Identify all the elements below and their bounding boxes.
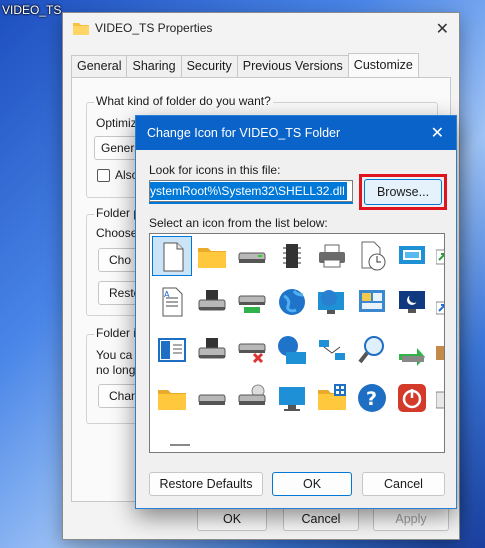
desktop-folder-label[interactable]: VIDEO_TS [2, 3, 61, 17]
power-icon[interactable] [392, 378, 432, 418]
globe-icon[interactable] [272, 282, 312, 322]
folder-icon [73, 21, 89, 38]
blank-document-icon[interactable] [152, 236, 192, 276]
document-clock-icon[interactable] [352, 236, 392, 276]
hard-drive-2-icon[interactable] [192, 378, 232, 418]
input-focus-underline [149, 202, 353, 204]
floppy-drive-icon[interactable] [192, 282, 232, 322]
choose-file-text: Choose [96, 226, 138, 240]
memory-chip-icon[interactable] [272, 236, 312, 276]
green-arrow-icon[interactable] [432, 236, 444, 276]
change-icon-text-1: You ca [96, 348, 133, 362]
hard-drive-icon[interactable] [232, 236, 272, 276]
recycle-arrow-icon[interactable] [392, 330, 432, 370]
dialog-cancel-button[interactable]: Cancel [362, 472, 445, 496]
control-panel-icon[interactable] [352, 282, 392, 322]
network-globe-icon[interactable] [272, 330, 312, 370]
icon-list-scrollbar[interactable] [170, 444, 190, 446]
tab-general[interactable]: General [71, 55, 128, 77]
svg-text:?: ? [366, 388, 377, 410]
folder-icon[interactable] [192, 236, 232, 276]
monitor-icon[interactable] [272, 378, 312, 418]
shortcut-arrow-icon[interactable] [432, 282, 444, 322]
properties-cancel-button[interactable]: Cancel [283, 507, 359, 531]
icon-list[interactable]: A ? [149, 233, 445, 453]
svg-text:A: A [164, 290, 170, 299]
disc-drive-icon[interactable] [232, 378, 272, 418]
folder-type-group-label: What kind of folder do you want? [94, 94, 273, 108]
icon-file-path-input[interactable]: ystemRoot%\System32\SHELL32.dll [149, 180, 353, 202]
magnifier-icon[interactable] [352, 330, 392, 370]
drive-green-light-icon[interactable] [232, 282, 272, 322]
path-input-value: ystemRoot%\System32\SHELL32.dll [150, 182, 347, 200]
properties-tabs: General Sharing Security Previous Versio… [71, 53, 419, 77]
monitor-window-icon[interactable] [392, 236, 432, 276]
window-layout-icon[interactable] [152, 330, 192, 370]
close-icon[interactable]: ✕ [431, 123, 444, 143]
tab-security[interactable]: Security [180, 55, 238, 77]
network-connections-icon[interactable] [312, 330, 352, 370]
drive-disconnected-icon[interactable] [232, 330, 272, 370]
properties-title: VIDEO_TS Properties [95, 21, 213, 35]
monitor-moon-icon[interactable] [392, 282, 432, 322]
dialog-ok-button[interactable]: OK [272, 472, 352, 496]
properties-apply-button[interactable]: Apply [373, 507, 449, 531]
close-icon[interactable]: ✕ [436, 19, 449, 39]
partial-icon[interactable] [432, 378, 444, 418]
open-folder-icon[interactable] [152, 378, 192, 418]
tab-sharing[interactable]: Sharing [126, 55, 182, 77]
printer-icon[interactable] [312, 236, 352, 276]
floppy-drive-2-icon[interactable] [192, 330, 232, 370]
dialog-titlebar[interactable]: Change Icon for VIDEO_TS Folder ✕ [136, 116, 456, 150]
folder-grid-icon[interactable] [312, 378, 352, 418]
also-apply-checkbox[interactable] [97, 169, 110, 182]
globe-monitor-icon[interactable] [312, 282, 352, 322]
browse-button[interactable]: Browse... [364, 179, 442, 205]
properties-ok-button[interactable]: OK [197, 507, 267, 531]
look-for-icons-label: Look for icons in this file: [149, 163, 281, 177]
select-icon-label: Select an icon from the list below: [149, 216, 328, 230]
help-icon[interactable]: ? [352, 378, 392, 418]
box-icon[interactable] [432, 330, 444, 370]
change-icon-dialog: Change Icon for VIDEO_TS Folder ✕ Look f… [135, 115, 457, 509]
restore-defaults-button[interactable]: Restore Defaults [149, 472, 263, 496]
tab-previous-versions[interactable]: Previous Versions [236, 55, 349, 77]
dialog-title: Change Icon for VIDEO_TS Folder [147, 126, 341, 140]
properties-titlebar[interactable]: VIDEO_TS Properties ✕ [63, 13, 459, 43]
text-document-icon[interactable]: A [152, 282, 192, 322]
tab-customize[interactable]: Customize [347, 53, 419, 77]
